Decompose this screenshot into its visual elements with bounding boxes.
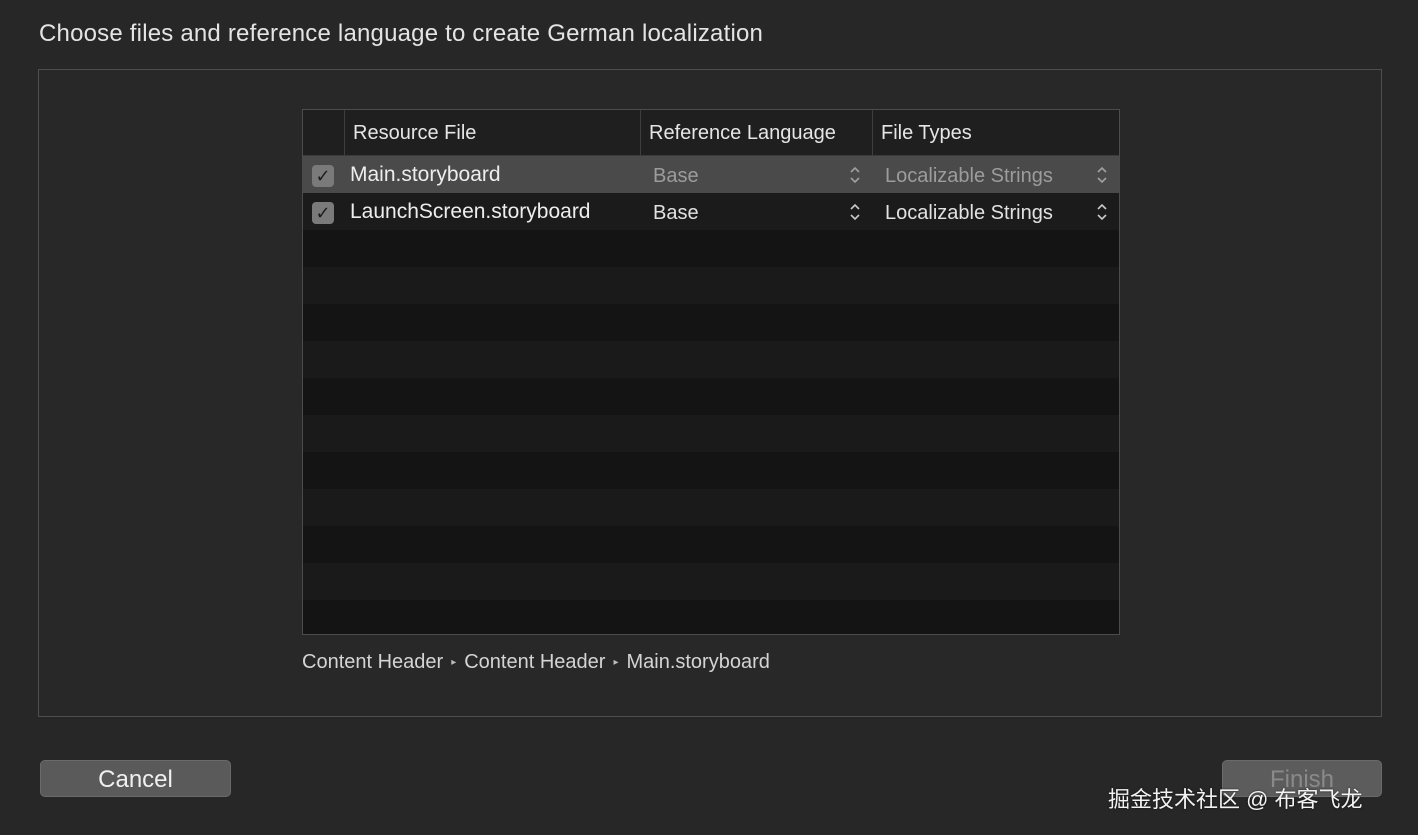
resource-table: Resource File Reference Language File Ty… xyxy=(302,109,1120,635)
cancel-button[interactable]: Cancel xyxy=(40,760,231,797)
chevron-up-down-icon[interactable] xyxy=(1096,160,1108,190)
chevron-up-down-icon[interactable] xyxy=(849,197,861,227)
breadcrumb-item[interactable]: Main.storyboard xyxy=(626,651,769,673)
empty-row xyxy=(303,230,1119,267)
checkmark-icon[interactable]: ✓ xyxy=(312,202,334,224)
empty-row xyxy=(303,452,1119,489)
dialog-title: Choose files and reference language to c… xyxy=(39,20,764,47)
table-body: ✓ Main.storyboard Base Localizable Strin… xyxy=(303,156,1119,634)
empty-row xyxy=(303,267,1119,304)
breadcrumb-separator-icon: ▸ xyxy=(451,657,457,668)
breadcrumb-item[interactable]: Content Header xyxy=(464,651,605,673)
empty-row xyxy=(303,378,1119,415)
reference-language-popup[interactable]: Base xyxy=(653,195,699,228)
watermark-text: 掘金技术社区 @ 布客飞龙 xyxy=(1108,787,1363,812)
table-header: Resource File Reference Language File Ty… xyxy=(303,110,1119,156)
chevron-up-down-icon[interactable] xyxy=(849,160,861,190)
empty-row xyxy=(303,600,1119,634)
empty-row xyxy=(303,415,1119,452)
resource-file-name: Main.storyboard xyxy=(350,163,501,186)
resource-file-name: LaunchScreen.storyboard xyxy=(350,200,591,223)
table-row[interactable]: ✓ Main.storyboard Base Localizable Strin… xyxy=(303,156,1119,193)
empty-row xyxy=(303,526,1119,563)
chevron-up-down-icon[interactable] xyxy=(1096,197,1108,227)
file-type-popup[interactable]: Localizable Strings xyxy=(885,158,1053,191)
breadcrumb-item[interactable]: Content Header xyxy=(302,651,443,673)
empty-row xyxy=(303,489,1119,526)
empty-row xyxy=(303,341,1119,378)
breadcrumb-separator-icon: ▸ xyxy=(613,657,619,668)
breadcrumb: Content Header ▸ Content Header ▸ Main.story… xyxy=(302,651,770,674)
checkbox-column-header xyxy=(303,110,343,156)
reference-language-popup[interactable]: Base xyxy=(653,158,699,191)
column-header-file-types[interactable]: File Types xyxy=(872,110,1117,156)
empty-row xyxy=(303,304,1119,341)
empty-row xyxy=(303,563,1119,600)
checkmark-icon[interactable]: ✓ xyxy=(312,165,334,187)
column-header-resource-file[interactable]: Resource File xyxy=(344,110,640,156)
column-header-reference-language[interactable]: Reference Language xyxy=(640,110,872,156)
file-type-popup[interactable]: Localizable Strings xyxy=(885,195,1053,228)
table-row[interactable]: ✓ LaunchScreen.storyboard Base Localizab… xyxy=(303,193,1119,230)
localization-dialog: Choose files and reference language to c… xyxy=(0,0,1418,835)
